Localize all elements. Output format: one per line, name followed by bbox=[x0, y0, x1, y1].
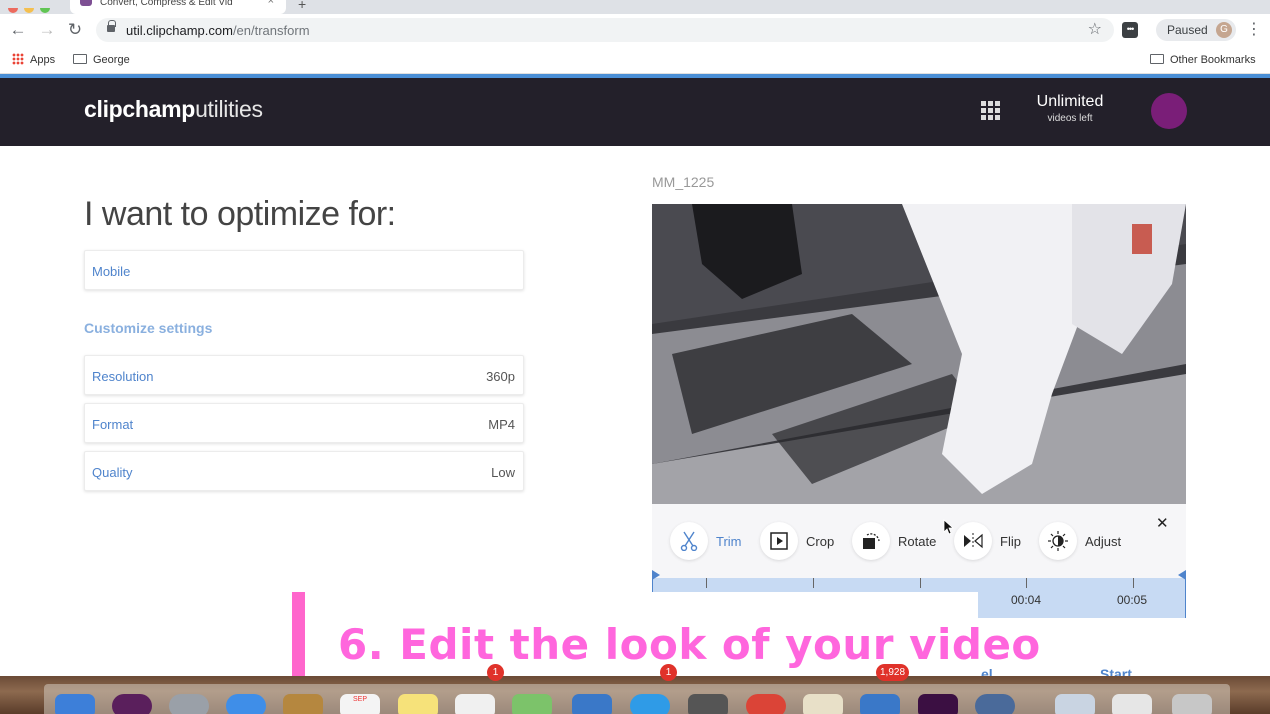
plan-title: Unlimited bbox=[1036, 93, 1104, 110]
browser-tab[interactable]: Convert, Compress & Edit Vid × bbox=[70, 0, 286, 14]
back-arrow-icon[interactable]: ← bbox=[8, 20, 28, 40]
profile-button[interactable]: Paused G bbox=[1156, 19, 1236, 41]
adjust-icon bbox=[1048, 531, 1068, 551]
folder-icon bbox=[1150, 54, 1164, 64]
format-select[interactable]: Format MP4 bbox=[84, 403, 524, 443]
extension-icon[interactable]: ••• bbox=[1122, 22, 1138, 38]
bookmark-apps[interactable]: Apps bbox=[12, 52, 55, 68]
downloads-icon[interactable] bbox=[1055, 694, 1095, 714]
trash-icon[interactable] bbox=[1172, 694, 1212, 714]
apps-grid-icon[interactable] bbox=[981, 101, 1000, 120]
plan-subtitle: videos left bbox=[1047, 113, 1093, 124]
folder-icon bbox=[73, 54, 87, 64]
documents-icon[interactable] bbox=[1112, 694, 1152, 714]
quality-value: Low bbox=[491, 465, 515, 480]
notification-badge: 1,928 bbox=[876, 664, 910, 681]
rotate-label: Rotate bbox=[898, 534, 937, 549]
video-preview[interactable] bbox=[652, 204, 1186, 504]
launchpad-icon[interactable] bbox=[169, 694, 209, 714]
resolution-value: 360p bbox=[486, 369, 515, 384]
optimize-value: Mobile bbox=[92, 264, 131, 279]
rotate-icon bbox=[863, 533, 880, 549]
chrome-icon[interactable] bbox=[746, 694, 786, 714]
scissors-icon bbox=[680, 531, 698, 551]
bookmark-other[interactable]: Other Bookmarks bbox=[1150, 52, 1256, 68]
optimize-select[interactable]: Mobile bbox=[84, 250, 524, 290]
browser-toolbar: ← → ↻ util.clipchamp.com/en/transform ☆ … bbox=[0, 14, 1270, 47]
keynote-icon[interactable] bbox=[572, 694, 612, 714]
finder-icon[interactable] bbox=[55, 694, 95, 714]
mouse-cursor-icon bbox=[943, 519, 955, 535]
adjust-label: Adjust bbox=[1085, 534, 1122, 549]
timeline-label: 00:04 bbox=[1011, 593, 1042, 607]
format-label: Format bbox=[92, 417, 134, 432]
maps-icon[interactable] bbox=[512, 694, 552, 714]
quicktime-icon[interactable] bbox=[975, 694, 1015, 714]
timeline-end-handle[interactable] bbox=[1178, 570, 1186, 580]
video-filename: MM_1225 bbox=[652, 174, 715, 190]
apps-grid-icon bbox=[12, 53, 24, 65]
format-value: MP4 bbox=[488, 417, 515, 432]
banner-text: 6. Edit the look of your video bbox=[338, 620, 1041, 669]
edit-toolbar: Trim Crop Rotate Flip Adjust ✕ bbox=[652, 504, 1186, 578]
profile-status: Paused bbox=[1167, 23, 1208, 37]
close-icon[interactable]: ✕ bbox=[1156, 514, 1169, 532]
quality-select[interactable]: Quality Low bbox=[84, 451, 524, 491]
customize-settings-link[interactable]: Customize settings bbox=[84, 320, 212, 336]
close-tab-icon[interactable]: × bbox=[268, 0, 274, 7]
trim-label: Trim bbox=[716, 534, 742, 549]
resolution-label: Resolution bbox=[92, 369, 154, 384]
plan-status: Unlimited videos left bbox=[1020, 93, 1120, 124]
textedit-icon[interactable] bbox=[803, 694, 843, 714]
reload-icon[interactable]: ↻ bbox=[65, 20, 85, 40]
app-store-icon[interactable] bbox=[630, 694, 670, 714]
forward-arrow-icon[interactable]: → bbox=[37, 20, 57, 40]
url-text: util.clipchamp.com/en/transform bbox=[126, 23, 310, 38]
clipchamp-logo[interactable]: clipchamputilities bbox=[84, 96, 263, 123]
clipchamp-favicon-icon bbox=[80, 0, 92, 6]
timeline-label: 00:05 bbox=[1117, 593, 1148, 607]
system-preferences-icon[interactable] bbox=[688, 694, 728, 714]
safari-icon[interactable] bbox=[226, 694, 266, 714]
contacts-icon[interactable] bbox=[283, 694, 323, 714]
bookmark-george[interactable]: George bbox=[73, 52, 130, 68]
profile-avatar: G bbox=[1216, 22, 1232, 38]
app-header: clipchamputilities Unlimited videos left bbox=[0, 78, 1270, 146]
address-bar[interactable]: util.clipchamp.com/en/transform ☆ bbox=[96, 18, 1114, 42]
timeline-start-handle[interactable] bbox=[652, 570, 660, 580]
notification-badge: 1 bbox=[487, 664, 504, 681]
bookmarks-bar: Apps George Other Bookmarks bbox=[0, 47, 1270, 74]
calendar-icon[interactable]: SEP bbox=[340, 694, 380, 714]
quality-label: Quality bbox=[92, 465, 133, 480]
browser-tab-title: Convert, Compress & Edit Vid bbox=[100, 0, 233, 8]
calendar-month: SEP bbox=[352, 696, 367, 703]
resolution-select[interactable]: Resolution 360p bbox=[84, 355, 524, 395]
premiere-icon[interactable] bbox=[918, 694, 958, 714]
page-title: I want to optimize for: bbox=[84, 195, 396, 233]
notes-icon[interactable] bbox=[398, 694, 438, 714]
new-tab-icon[interactable]: + bbox=[298, 0, 306, 12]
crop-icon bbox=[770, 532, 788, 550]
crop-label: Crop bbox=[806, 534, 835, 549]
bookmark-star-icon[interactable]: ☆ bbox=[1088, 19, 1102, 39]
browser-tab-strip: Convert, Compress & Edit Vid × + bbox=[0, 0, 1270, 14]
notification-badge: 1 bbox=[660, 664, 677, 681]
dock: SEP 1 1 1,928 bbox=[0, 664, 1270, 714]
mail-icon[interactable] bbox=[860, 694, 900, 714]
user-avatar[interactable] bbox=[1151, 93, 1187, 129]
itunes-icon[interactable] bbox=[112, 694, 152, 714]
browser-menu-icon[interactable]: ⋮ bbox=[1246, 20, 1262, 40]
flip-label: Flip bbox=[1000, 534, 1021, 549]
lock-icon bbox=[107, 20, 116, 32]
flip-icon bbox=[964, 533, 983, 549]
reminders-icon[interactable] bbox=[455, 694, 495, 714]
